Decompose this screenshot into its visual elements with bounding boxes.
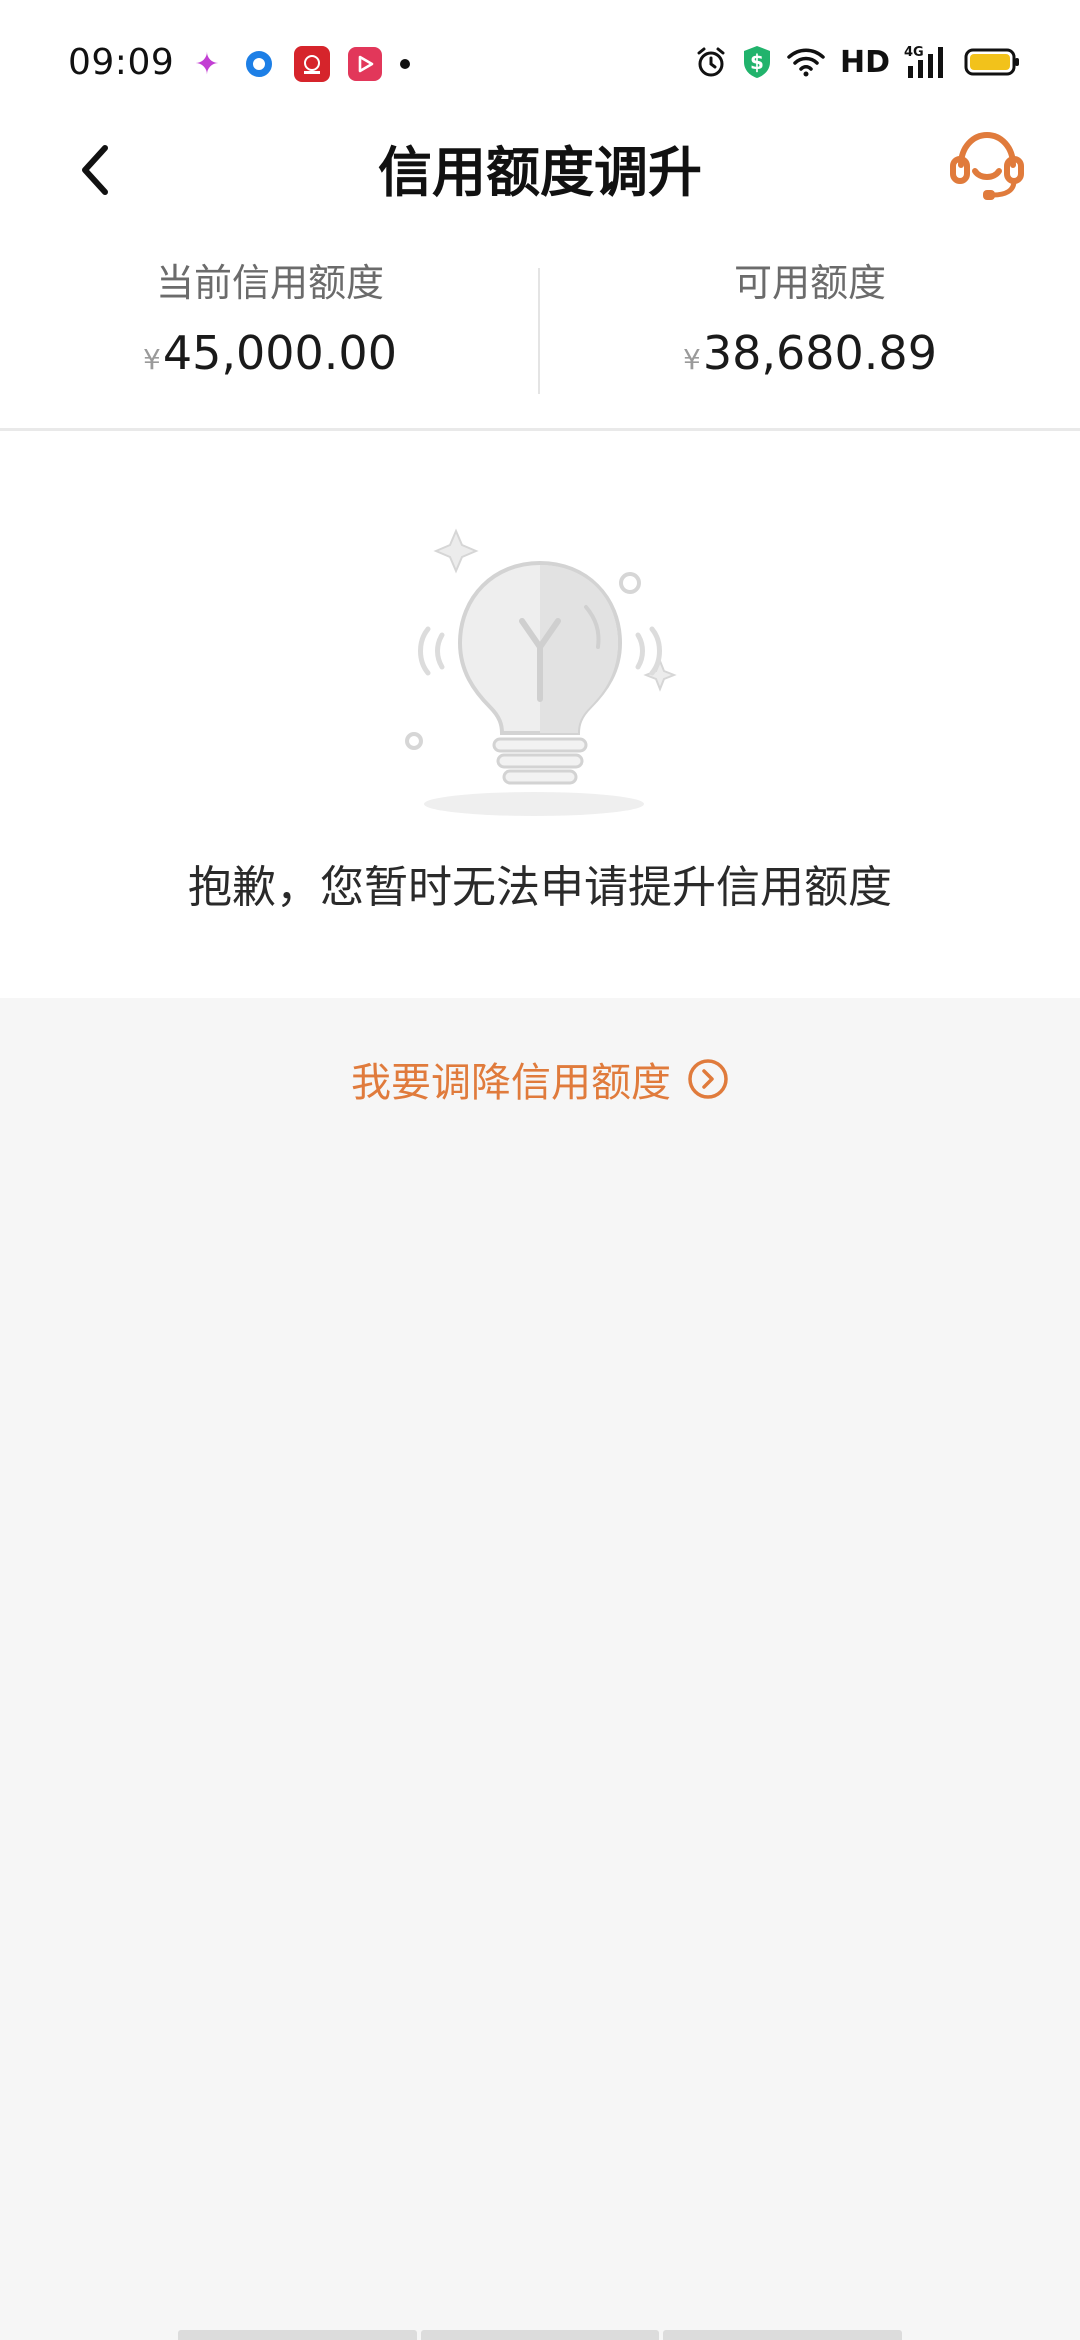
hd-label: HD (839, 44, 890, 80)
more-notifications-dot (400, 59, 410, 69)
current-credit-section: 当前信用额度 ¥45,000.00 (0, 255, 540, 388)
status-time: 09:09 (68, 42, 175, 83)
svg-text:4G: 4G (904, 45, 924, 60)
notification-app-icons: ✦ (190, 46, 410, 82)
summary-divider (538, 268, 540, 394)
gesture-bar-segment (420, 2330, 660, 2340)
circle-app-icon (242, 47, 276, 81)
page-title: 信用额度调升 (378, 141, 702, 204)
current-credit-value: 45,000.00 (162, 326, 397, 380)
gesture-bar-segment (178, 2330, 417, 2340)
play-app-icon (348, 47, 382, 81)
star-app-icon: ✦ (194, 46, 220, 82)
ineligible-message: 抱歉，您暂时无法申请提升信用额度 (188, 862, 892, 913)
current-credit-amount: ¥45,000.00 (0, 325, 540, 388)
gesture-bar-segment (663, 2330, 903, 2340)
currency-symbol: ¥ (683, 343, 701, 376)
currency-symbol: ¥ (143, 343, 161, 376)
red-app-icon (294, 46, 330, 82)
shield-dollar-icon: $ (743, 46, 770, 78)
credit-summary: 当前信用额度 ¥45,000.00 可用额度 ¥38,680.89 (0, 255, 1080, 405)
alarm-icon (697, 47, 725, 77)
chevron-circle-right-icon (688, 1059, 728, 1099)
available-credit-amount: ¥38,680.89 (540, 325, 1080, 388)
svg-text:$: $ (750, 50, 764, 74)
decrease-credit-label: 我要调降信用额度 (351, 1060, 671, 1106)
available-credit-value: 38,680.89 (702, 326, 937, 380)
wifi-icon (787, 48, 825, 77)
message-card: 抱歉，您暂时无法申请提升信用额度 (0, 431, 1080, 998)
decrease-credit-link[interactable]: 我要调降信用额度 (0, 1050, 1080, 1108)
current-credit-label: 当前信用额度 (155, 261, 384, 305)
available-credit-label: 可用额度 (733, 261, 886, 305)
customer-service-headset-icon (950, 131, 1024, 200)
available-credit-section: 可用额度 ¥38,680.89 (540, 255, 1080, 388)
status-bar: 09:09 ✦ $ HD 4G (0, 0, 1080, 130)
customer-service-button[interactable] (942, 120, 1032, 210)
navigation-header: 信用额度调升 (0, 120, 1080, 220)
bottom-gesture-bar (178, 2330, 903, 2340)
battery-icon (964, 48, 1019, 76)
status-right-icons: $ HD 4G (694, 44, 1020, 80)
signal-icon: 4G (904, 45, 943, 78)
lightbulb-icon (405, 528, 677, 816)
